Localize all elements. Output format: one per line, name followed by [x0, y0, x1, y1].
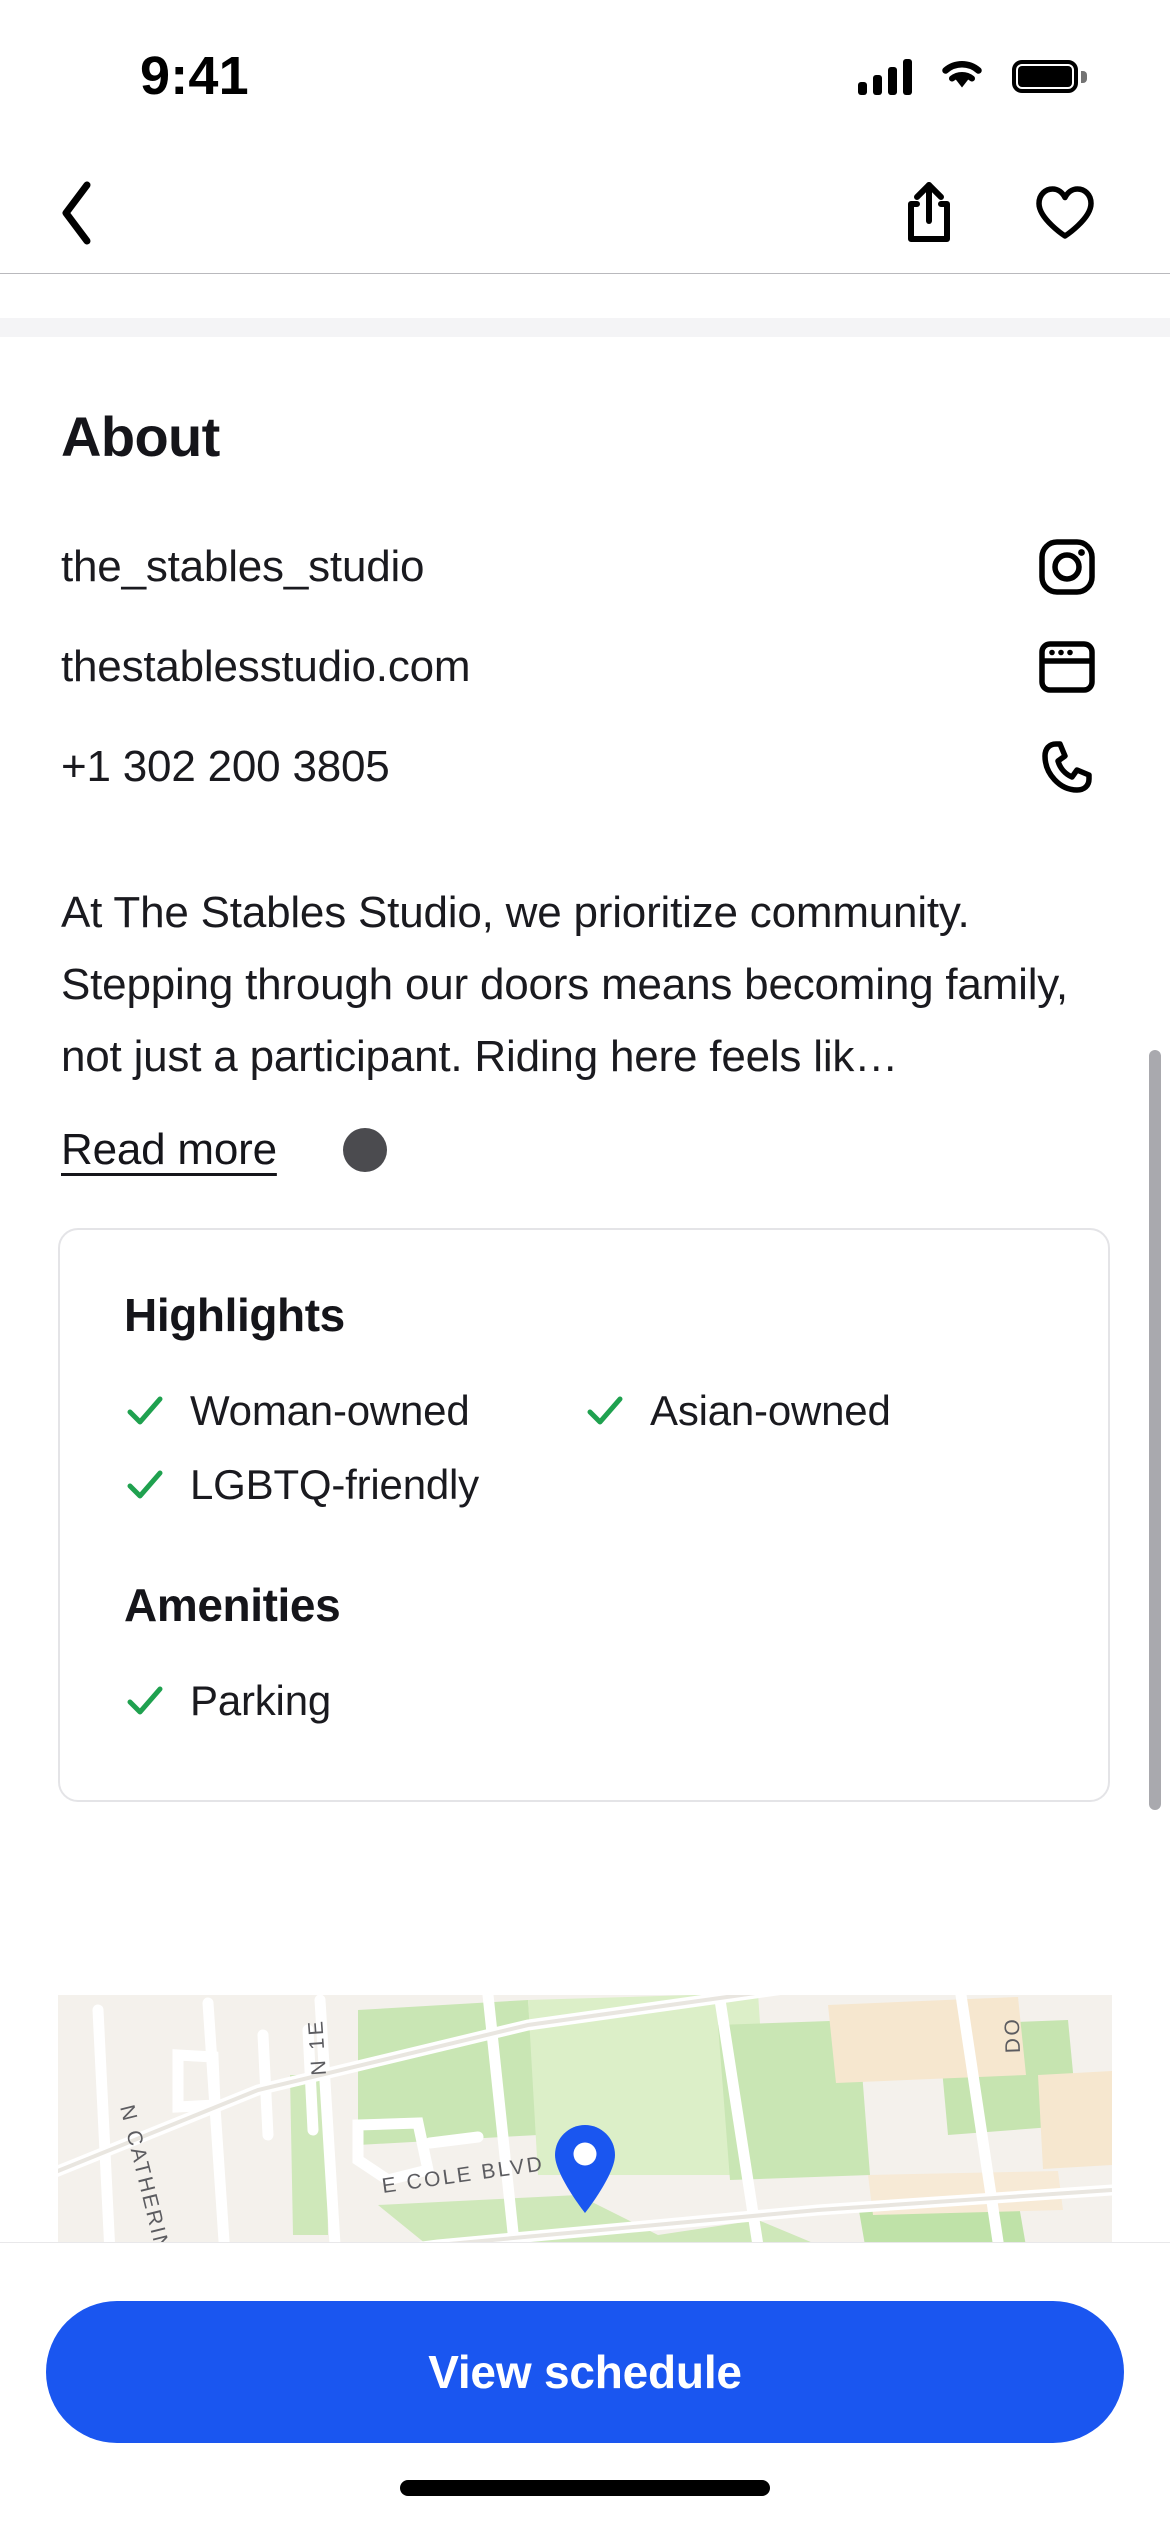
phone-number: +1 302 200 3805	[61, 742, 390, 791]
business-description: At The Stables Studio, we prioritize com…	[61, 888, 1068, 1081]
chevron-left-icon	[62, 181, 91, 244]
nav-bar	[0, 152, 1170, 274]
map-pin-icon	[555, 2125, 615, 2213]
highlight-item: LGBTQ-friendly	[124, 1448, 1064, 1522]
status-bar: 9:41	[0, 0, 1170, 152]
street-label: N 1E	[304, 2018, 331, 2076]
status-time: 9:41	[140, 46, 249, 106]
check-icon	[127, 1686, 163, 1715]
website-url: thestablesstudio.com	[61, 642, 471, 691]
location-map[interactable]: N CATHERINE ST N 1E E COLE BLVD DO	[58, 1995, 1112, 2242]
contact-list: the_stables_studio thestablesstudio.com	[0, 517, 1170, 817]
instagram-icon	[1036, 536, 1098, 598]
about-section: About the_stables_studio thestablesstudi…	[0, 337, 1170, 1802]
section-divider-band	[0, 318, 1170, 337]
street-label: DO	[1001, 2016, 1025, 2053]
heart-icon	[1036, 185, 1094, 239]
contact-row-website[interactable]: thestablesstudio.com	[0, 617, 1170, 717]
highlight-label: Asian-owned	[650, 1387, 891, 1434]
highlights-amenities-card: Highlights Woman-owned Asian-owned LGBTQ…	[58, 1228, 1110, 1802]
highlight-item: Asian-owned	[584, 1374, 1044, 1448]
read-more-row: Read more	[61, 1125, 1170, 1175]
status-icons	[858, 56, 1087, 97]
bottom-action-bar: View schedule	[0, 2242, 1170, 2532]
highlight-label: Woman-owned	[190, 1387, 470, 1434]
read-more-link[interactable]: Read more	[61, 1125, 277, 1175]
instagram-handle: the_stables_studio	[61, 542, 425, 591]
home-indicator	[400, 2480, 770, 2496]
share-icon	[908, 181, 950, 242]
check-icon	[127, 1470, 163, 1499]
favorite-button[interactable]	[1028, 176, 1102, 250]
highlights-heading: Highlights	[124, 1289, 345, 1341]
check-icon	[587, 1396, 623, 1425]
scrollbar[interactable]	[1149, 1050, 1161, 1810]
contact-row-phone[interactable]: +1 302 200 3805	[0, 717, 1170, 817]
amenities-list: Parking	[124, 1664, 1064, 1738]
back-button[interactable]	[40, 176, 114, 250]
nav-actions	[892, 176, 1102, 250]
scrollbar-thumb[interactable]	[1149, 1050, 1161, 1810]
cursor-dot	[342, 1128, 387, 1172]
battery-icon	[1012, 59, 1087, 93]
contact-row-instagram[interactable]: the_stables_studio	[0, 517, 1170, 617]
check-icon	[127, 1396, 163, 1425]
highlight-label: LGBTQ-friendly	[190, 1461, 479, 1508]
wifi-icon	[938, 56, 986, 97]
amenity-item: Parking	[124, 1664, 1064, 1738]
share-button[interactable]	[892, 176, 966, 250]
amenities-heading: Amenities	[124, 1579, 341, 1631]
highlights-list: Woman-owned Asian-owned LGBTQ-friendly	[124, 1374, 1064, 1522]
signal-bars-icon	[858, 57, 912, 95]
browser-window-icon	[1036, 636, 1098, 698]
amenity-label: Parking	[190, 1677, 332, 1724]
highlight-item: Woman-owned	[124, 1374, 584, 1448]
page-title: About	[61, 405, 220, 468]
phone-icon	[1036, 736, 1098, 798]
view-schedule-button[interactable]: View schedule	[46, 2301, 1124, 2443]
